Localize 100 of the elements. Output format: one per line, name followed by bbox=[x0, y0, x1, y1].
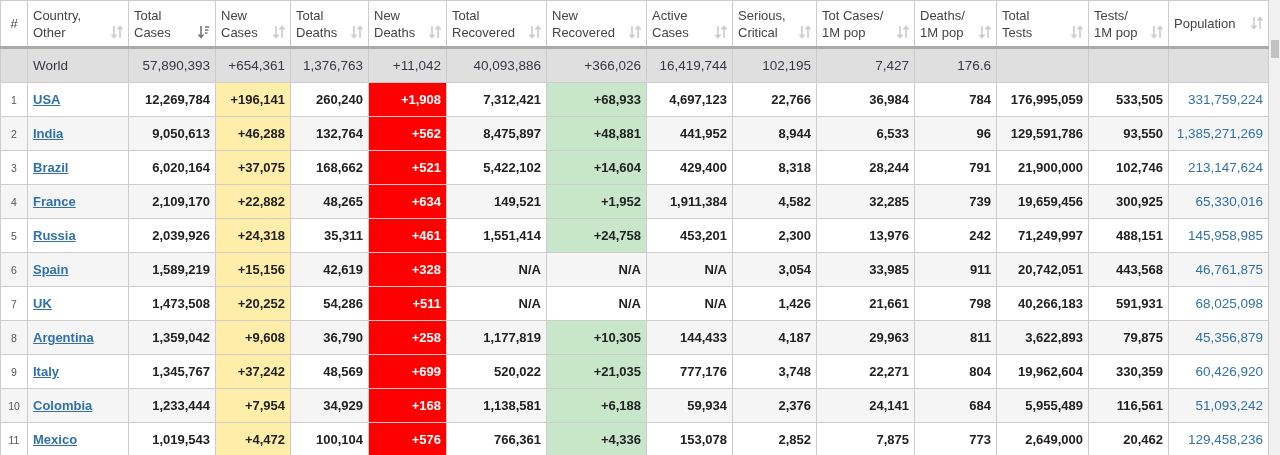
table-cell: +4,472 bbox=[215, 422, 291, 455]
table-cell: N/A bbox=[446, 252, 547, 287]
country-link[interactable]: UK bbox=[33, 296, 52, 311]
table-cell: 4,697,123 bbox=[646, 82, 733, 117]
table-cell: +22,882 bbox=[215, 184, 291, 219]
table-cell: +9,608 bbox=[215, 320, 291, 355]
sort-icon[interactable] bbox=[715, 24, 727, 39]
table-cell: 784 bbox=[914, 82, 997, 117]
table-cell: 2,109,170 bbox=[128, 184, 216, 219]
sort-icon[interactable] bbox=[629, 24, 641, 39]
table-cell: 36,984 bbox=[816, 82, 915, 117]
table-cell: +168 bbox=[368, 388, 447, 423]
table-cell: 29,963 bbox=[816, 320, 915, 355]
rank-number: 11 bbox=[0, 422, 28, 455]
table-cell: +521 bbox=[368, 150, 447, 185]
table-cell: +37,242 bbox=[215, 354, 291, 389]
table-cell: +7,954 bbox=[215, 388, 291, 423]
sort-icon[interactable] bbox=[897, 24, 909, 39]
sort-icon[interactable] bbox=[1071, 24, 1083, 39]
table-cell: 7,312,421 bbox=[446, 82, 547, 117]
table-cell: 811 bbox=[914, 320, 997, 355]
table-cell: +24,318 bbox=[215, 218, 291, 253]
table-cell: 4,582 bbox=[732, 184, 817, 219]
table-cell: 453,201 bbox=[646, 218, 733, 253]
table-cell: 42,619 bbox=[290, 252, 369, 287]
sort-icon[interactable] bbox=[799, 24, 811, 39]
country-link[interactable]: Spain bbox=[33, 262, 69, 277]
table-cell: +10,305 bbox=[546, 320, 647, 355]
table-cell: +1,952 bbox=[546, 184, 647, 219]
country-link[interactable]: Brazil bbox=[33, 160, 69, 175]
table-cell: 7,427 bbox=[816, 47, 915, 83]
table-cell: 21,900,000 bbox=[996, 150, 1089, 185]
table-cell: 16,419,744 bbox=[646, 47, 733, 83]
table-cell: 443,568 bbox=[1088, 252, 1169, 287]
sort-icon[interactable] bbox=[529, 24, 541, 39]
country-link[interactable]: Italy bbox=[33, 364, 59, 379]
country-link[interactable]: France bbox=[33, 194, 76, 209]
sort-icon[interactable] bbox=[1151, 24, 1163, 39]
country-link[interactable]: India bbox=[33, 126, 64, 141]
scrollbar[interactable] bbox=[1269, 0, 1280, 455]
table-cell: 533,505 bbox=[1088, 82, 1169, 117]
table-cell: +634 bbox=[368, 184, 447, 219]
table-cell: +21,035 bbox=[546, 354, 647, 389]
table-cell: 4,187 bbox=[732, 320, 817, 355]
table-cell: +511 bbox=[368, 286, 447, 321]
table-cell: N/A bbox=[646, 286, 733, 321]
table-cell: 40,266,183 bbox=[996, 286, 1089, 321]
rank-number: 6 bbox=[0, 252, 28, 287]
sort-icon[interactable] bbox=[979, 24, 991, 39]
table-cell: 2,300 bbox=[732, 218, 817, 253]
table-cell: 1,359,042 bbox=[128, 320, 216, 355]
table-cell: 19,962,604 bbox=[996, 354, 1089, 389]
sort-icon[interactable] bbox=[429, 24, 441, 39]
table-cell: 6,533 bbox=[816, 116, 915, 151]
table-cell: 176.6 bbox=[914, 47, 997, 83]
table-cell: 804 bbox=[914, 354, 997, 389]
table-cell: +1,908 bbox=[368, 82, 447, 117]
table-cell: 24,141 bbox=[816, 388, 915, 423]
sort-icon[interactable] bbox=[273, 24, 285, 39]
table-cell: 1,589,219 bbox=[128, 252, 216, 287]
table-cell: 1,376,763 bbox=[290, 47, 369, 83]
table-cell: +20,252 bbox=[215, 286, 291, 321]
sort-icon[interactable] bbox=[351, 24, 363, 39]
table-cell: +328 bbox=[368, 252, 447, 287]
table-cell: 13,976 bbox=[816, 218, 915, 253]
table-cell: 22,766 bbox=[732, 82, 817, 117]
table-cell: 28,244 bbox=[816, 150, 915, 185]
table-cell: N/A bbox=[546, 286, 647, 321]
table-cell: 71,249,997 bbox=[996, 218, 1089, 253]
table-cell: 798 bbox=[914, 286, 997, 321]
table-cell: 34,929 bbox=[290, 388, 369, 423]
table-cell: +654,361 bbox=[215, 47, 291, 83]
table-cell: 791 bbox=[914, 150, 997, 185]
table-cell: +11,042 bbox=[368, 47, 447, 83]
table-cell: +562 bbox=[368, 116, 447, 151]
sort-descending-icon[interactable] bbox=[198, 24, 210, 39]
table-cell: 96 bbox=[914, 116, 997, 151]
table-cell: +14,604 bbox=[546, 150, 647, 185]
table-cell: +366,026 bbox=[546, 47, 647, 83]
table-cell: +461 bbox=[368, 218, 447, 253]
country-link[interactable]: USA bbox=[33, 92, 61, 107]
rank-number: 7 bbox=[0, 286, 28, 321]
rank-number: 2 bbox=[0, 116, 28, 151]
table-cell: 19,659,456 bbox=[996, 184, 1089, 219]
table-cell: 9,050,613 bbox=[128, 116, 216, 151]
table-cell: 488,151 bbox=[1088, 218, 1169, 253]
table-cell: 21,661 bbox=[816, 286, 915, 321]
table-cell: 54,286 bbox=[290, 286, 369, 321]
table-cell: 36,790 bbox=[290, 320, 369, 355]
country-link[interactable]: Russia bbox=[33, 228, 76, 243]
table-cell: +68,933 bbox=[546, 82, 647, 117]
sort-icon[interactable] bbox=[111, 24, 123, 39]
table-cell: +6,188 bbox=[546, 388, 647, 423]
table-cell: 520,022 bbox=[446, 354, 547, 389]
table-cell: World bbox=[27, 47, 129, 83]
sort-icon[interactable] bbox=[1251, 16, 1263, 30]
table-cell: 20,742,051 bbox=[996, 252, 1089, 287]
table-cell: 242 bbox=[914, 218, 997, 253]
table-cell: 300,925 bbox=[1088, 184, 1169, 219]
table-cell: 330,359 bbox=[1088, 354, 1169, 389]
